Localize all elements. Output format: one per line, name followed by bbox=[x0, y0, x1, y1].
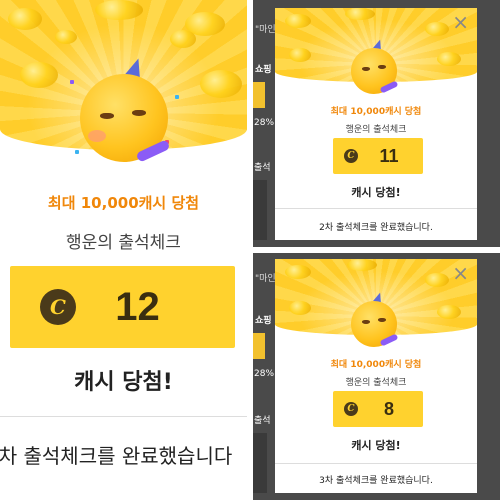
coin-decoration bbox=[289, 301, 311, 315]
result-text: 캐시 당첨! bbox=[351, 439, 401, 452]
headline: 최대 10,000캐시 당첨 bbox=[330, 107, 422, 117]
background-text: 28% bbox=[254, 118, 275, 128]
background-text: "마인 bbox=[255, 274, 276, 284]
party-face-emoji-icon bbox=[351, 291, 401, 347]
coin-decoration bbox=[425, 22, 449, 36]
attendance-dialog: × 최대 10,000캐시 당첨 행운의 출석체크 C 8 캐시 당첨! 3차 … bbox=[275, 259, 477, 493]
background-card bbox=[253, 433, 267, 493]
coin-decoration bbox=[8, 8, 42, 30]
cash-amount-box: C 12 bbox=[10, 266, 235, 348]
subtitle: 행운의 출석체크 bbox=[345, 125, 407, 135]
coin-decoration bbox=[200, 70, 242, 98]
confetti bbox=[75, 150, 79, 154]
background-text: 쇼핑 bbox=[255, 65, 272, 75]
subtitle: 행운의 출석체크 bbox=[345, 378, 407, 388]
coin-decoration bbox=[347, 259, 377, 271]
cash-amount: 11 bbox=[379, 145, 399, 166]
popup-screenshot-2: "마인 쇼핑 28% 출석 × 최대 10,000캐시 당첨 행운의 출석체크 … bbox=[253, 0, 500, 247]
result-text: 캐시 당첨! bbox=[74, 370, 173, 395]
coin-decoration bbox=[285, 265, 311, 279]
headline: 최대 10,000캐시 당첨 bbox=[330, 360, 422, 370]
coin-c-icon: C bbox=[344, 149, 358, 163]
confetti bbox=[175, 95, 179, 99]
confetti bbox=[70, 80, 74, 84]
background-text: 28% bbox=[254, 369, 275, 379]
background-card bbox=[253, 333, 265, 359]
party-face-emoji-icon bbox=[80, 55, 175, 163]
coin-decoration bbox=[289, 48, 311, 62]
cash-amount: 8 bbox=[383, 398, 394, 419]
coin-decoration bbox=[55, 30, 77, 44]
coin-decoration bbox=[345, 8, 375, 20]
coin-decoration bbox=[285, 14, 311, 28]
popup-screenshot-3: "마인 쇼핑 28% 출석 × 최대 10,000캐시 당첨 행운의 출석체크 … bbox=[253, 253, 500, 500]
completion-message: 2차 출석체크를 완료했습니다. bbox=[319, 223, 433, 233]
attendance-result-panel: 최대 10,000캐시 당첨 행운의 출석체크 C 12 캐시 당첨! 차 출석… bbox=[0, 0, 247, 500]
divider bbox=[275, 208, 477, 209]
completion-message: 3차 출석체크를 완료했습니다. bbox=[319, 476, 433, 486]
background-card bbox=[253, 82, 265, 108]
completion-message: 차 출석체크를 완료했습니다 bbox=[0, 444, 233, 468]
headline: 최대 10,000캐시 당첨 bbox=[47, 194, 200, 212]
coin-decoration bbox=[20, 62, 58, 88]
divider bbox=[275, 463, 477, 464]
background-text: 출석 bbox=[254, 163, 271, 173]
cash-amount: 12 bbox=[115, 284, 160, 329]
attendance-dialog: × 최대 10,000캐시 당첨 행운의 출석체크 C 11 캐시 당첨! 2차… bbox=[275, 8, 477, 240]
coin-decoration bbox=[170, 30, 196, 48]
coin-c-icon: C bbox=[344, 402, 358, 416]
coin-c-icon: C bbox=[40, 289, 76, 325]
background-text: 출석 bbox=[254, 416, 271, 426]
coin-decoration bbox=[437, 305, 461, 319]
coin-decoration bbox=[437, 52, 461, 66]
cash-amount-box: C 11 bbox=[333, 138, 423, 174]
coin-decoration bbox=[425, 273, 449, 287]
close-icon[interactable]: × bbox=[452, 10, 469, 34]
party-face-emoji-icon bbox=[351, 38, 401, 94]
divider bbox=[0, 416, 247, 417]
close-icon[interactable]: × bbox=[452, 261, 469, 285]
background-card bbox=[253, 180, 267, 240]
subtitle: 행운의 출석체크 bbox=[66, 233, 181, 253]
cash-amount-box: C 8 bbox=[333, 391, 423, 427]
result-text: 캐시 당첨! bbox=[351, 186, 401, 199]
background-text: "마인 bbox=[255, 25, 276, 35]
background-text: 쇼핑 bbox=[255, 316, 272, 326]
coin-decoration bbox=[95, 0, 143, 20]
